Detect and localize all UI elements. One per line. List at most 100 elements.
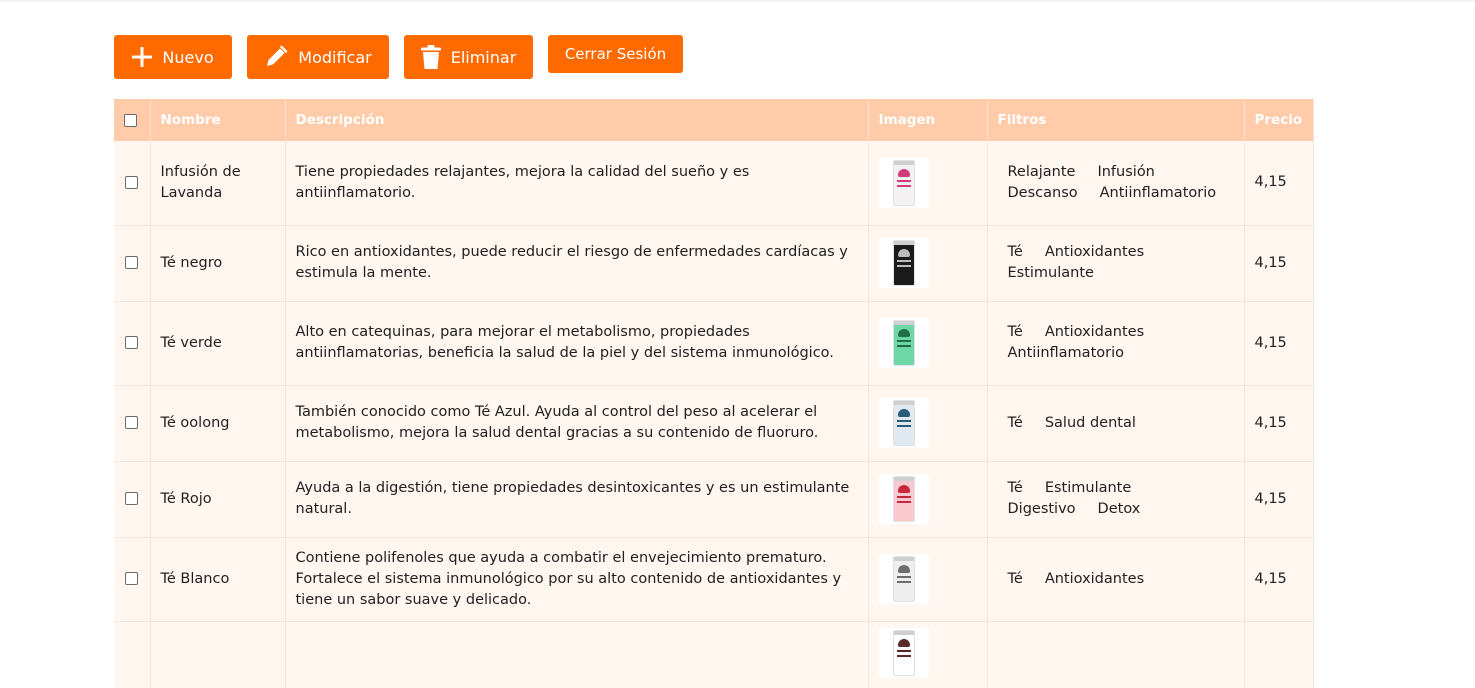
product-description: También conocido como Té Azul. Ayuda al … xyxy=(285,384,869,461)
product-image-cell xyxy=(868,300,988,385)
filter-tag: Estimulante xyxy=(1044,480,1132,496)
can-logo xyxy=(897,485,910,493)
product-name: Té negro xyxy=(150,224,286,301)
pencil-icon xyxy=(264,45,288,69)
filter-tag: Antioxidantes xyxy=(1044,570,1145,587)
filter-tag: Té xyxy=(1007,414,1023,431)
product-filters: Té Antioxidantes Estimulante xyxy=(987,224,1245,301)
row-checkbox[interactable] xyxy=(125,492,139,505)
header-select-cell xyxy=(114,99,151,141)
product-price: 4,15 xyxy=(1244,384,1314,461)
row-checkbox[interactable] xyxy=(125,256,139,269)
product-image-cell xyxy=(868,224,988,301)
header-filters[interactable]: Filtros xyxy=(987,99,1245,141)
logout-button-label: Cerrar Sesión xyxy=(564,45,667,63)
product-image-cell xyxy=(868,384,988,461)
product-filters: Té Estimulante Digestivo Detox xyxy=(987,460,1245,537)
tea-can-image xyxy=(892,320,915,366)
can-lid xyxy=(893,630,914,635)
row-checkbox[interactable] xyxy=(125,416,139,429)
tea-can-image xyxy=(892,240,915,286)
row-select-cell xyxy=(114,141,151,225)
can-lid xyxy=(893,321,914,325)
can-label-line xyxy=(896,581,911,583)
new-button[interactable]: Nuevo xyxy=(114,35,232,79)
table-row[interactable]: Infusión de Lavanda Tiene propiedades rel… xyxy=(114,141,1314,225)
product-description: Alto en catequinas, para mejorar el meta… xyxy=(285,300,869,385)
filter-tag: Té xyxy=(1007,244,1023,260)
can-label-line xyxy=(896,184,911,187)
new-button-label: Nuevo xyxy=(162,47,214,67)
header-price[interactable]: Precio xyxy=(1244,99,1314,141)
filter-tag: Té xyxy=(1007,324,1023,340)
tea-can-image xyxy=(892,556,915,602)
product-description: Rico en antioxidantes, puede reducir el … xyxy=(285,224,869,301)
table-row[interactable]: Té Blanco Contiene polifenoles que ayuda … xyxy=(114,536,1314,621)
product-name xyxy=(150,620,286,688)
can-label-line xyxy=(896,654,911,657)
filter-tag: Té xyxy=(1007,570,1023,587)
filter-tag: Digestivo xyxy=(1007,501,1076,517)
table-row[interactable] xyxy=(114,620,1314,688)
filter-tag: Antiinflamatorio xyxy=(1099,184,1217,201)
product-thumbnail xyxy=(878,554,929,604)
product-price: 4,15 xyxy=(1244,141,1314,225)
product-price xyxy=(1244,620,1314,688)
product-image-cell xyxy=(868,460,988,537)
product-name: Té verde xyxy=(150,300,286,385)
products-table: Nombre Descripción Imagen Filtros Precio… xyxy=(114,99,1314,688)
row-select-cell xyxy=(114,384,151,461)
product-image-cell xyxy=(868,536,988,621)
filter-tag: Antioxidantes xyxy=(1044,244,1145,260)
table-row[interactable]: Té negro Rico en antioxidantes, puede red… xyxy=(114,224,1314,301)
can-label-line xyxy=(896,576,911,578)
product-image-cell xyxy=(868,141,988,225)
product-thumbnail xyxy=(878,474,929,524)
product-thumbnail xyxy=(878,318,929,368)
can-label-line xyxy=(896,260,911,262)
table-row[interactable]: Té verde Alto en catequinas, para mejorar… xyxy=(114,300,1314,385)
product-price: 4,15 xyxy=(1244,536,1314,621)
logout-button[interactable]: Cerrar Sesión xyxy=(548,35,683,73)
product-description xyxy=(285,620,869,688)
filter-tag: Antioxidantes xyxy=(1044,324,1145,340)
header-image[interactable]: Imagen xyxy=(868,99,988,141)
can-lid xyxy=(893,241,914,245)
header-name[interactable]: Nombre xyxy=(150,99,286,141)
trash-icon xyxy=(420,45,441,69)
product-name: Té oolong xyxy=(150,384,286,461)
filter-tag: Té xyxy=(1007,480,1023,496)
can-lid xyxy=(893,401,914,405)
can-logo xyxy=(897,638,910,647)
product-name: Té Rojo xyxy=(150,460,286,537)
product-price: 4,15 xyxy=(1244,224,1314,301)
table-row[interactable]: Té Rojo Ayuda a la digestión, tiene propi… xyxy=(114,460,1314,537)
row-checkbox[interactable] xyxy=(125,572,139,585)
can-label-line xyxy=(896,265,911,267)
row-checkbox[interactable] xyxy=(125,175,139,189)
can-label-line xyxy=(896,425,911,427)
edit-button[interactable]: Modificar xyxy=(247,35,389,79)
top-divider xyxy=(0,0,1475,2)
can-logo xyxy=(897,409,910,417)
product-description: Tiene propiedades relajantes, mejora la … xyxy=(285,141,869,225)
header-description[interactable]: Descripción xyxy=(285,99,869,141)
filter-tag: Relajante xyxy=(1007,163,1076,180)
row-checkbox[interactable] xyxy=(125,336,139,349)
tea-can-image xyxy=(892,629,915,676)
product-filters: Té Salud dental xyxy=(987,384,1245,461)
row-select-cell xyxy=(114,224,151,301)
can-logo xyxy=(897,565,910,573)
can-label-line xyxy=(896,345,911,347)
can-logo xyxy=(897,168,910,177)
delete-button[interactable]: Eliminar xyxy=(404,35,533,79)
row-select-cell xyxy=(114,536,151,621)
tea-can-image xyxy=(892,400,915,446)
delete-button-label: Eliminar xyxy=(450,47,517,67)
product-image-cell xyxy=(868,620,988,688)
select-all-checkbox[interactable] xyxy=(124,113,137,127)
table-row[interactable]: Té oolong También conocido como Té Azul. … xyxy=(114,384,1314,461)
edit-button-label: Modificar xyxy=(298,47,372,67)
can-label-line xyxy=(896,501,911,503)
row-select-cell xyxy=(114,460,151,537)
